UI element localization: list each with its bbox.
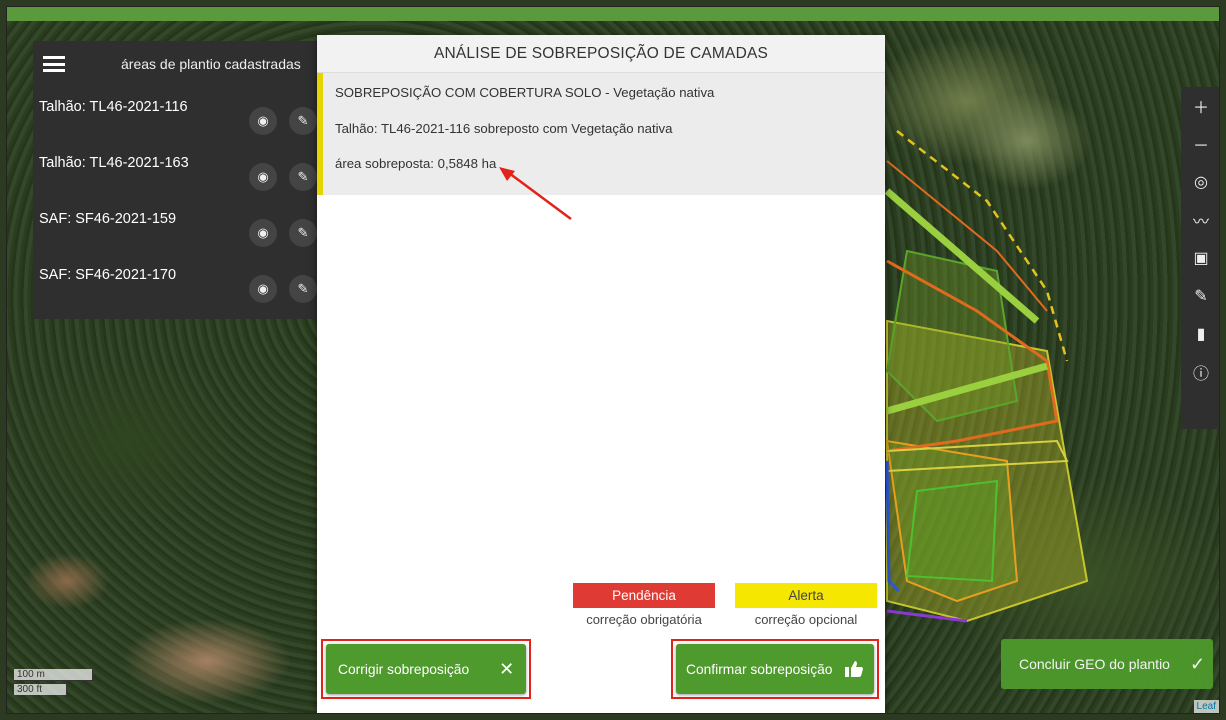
edit-icon[interactable]: ✎ — [1181, 277, 1219, 315]
scale-meters: 100 m — [13, 669, 93, 681]
hamburger-menu-icon[interactable] — [43, 56, 65, 72]
modal-title: ANÁLISE DE SOBREPOSIÇÃO DE CAMADAS — [317, 35, 885, 73]
pendencia-chip: Pendência — [573, 583, 715, 608]
map-scale: 100 m 300 ft — [13, 669, 93, 697]
eye-icon[interactable]: ◉ — [249, 275, 277, 303]
map-toolbar: ＋ － ◎ 〰 ▣ ✎ ▮ ⓘ — [1181, 87, 1219, 429]
legend-alerta: Alerta correção opcional — [735, 583, 877, 627]
alert-detail: Talhão: TL46-2021-116 sobreposto com Veg… — [335, 121, 673, 136]
locate-icon[interactable]: ◎ — [1181, 163, 1219, 201]
pencil-icon[interactable]: ✎ — [289, 219, 317, 247]
panel-title: áreas de plantio cadastradas — [121, 56, 301, 72]
concluir-label: Concluir GEO do plantio — [1019, 656, 1170, 672]
pencil-icon[interactable]: ✎ — [289, 107, 317, 135]
info-icon[interactable]: ⓘ — [1181, 353, 1219, 391]
overlap-area: área sobreposta: 0,5848 ha — [335, 156, 497, 171]
close-icon: ✕ — [499, 658, 515, 679]
app-frame: áreas de plantio cadastradas Talhão: TL4… — [6, 6, 1220, 714]
pencil-icon[interactable]: ✎ — [289, 163, 317, 191]
corrigir-label: Corrigir sobreposição — [338, 661, 470, 677]
area-label: Talhão: TL46-2021-163 — [39, 155, 189, 171]
confirmar-label: Confirmar sobreposição — [686, 661, 833, 677]
minus-icon[interactable]: － — [1181, 125, 1219, 163]
area-list-item: SAF: SF46-2021-159 ◉ ✎ — [33, 199, 319, 255]
area-list-item: Talhão: TL46-2021-163 ◉ ✎ — [33, 143, 319, 199]
confirmar-sobreposicao-button[interactable]: Confirmar sobreposição — [676, 644, 874, 694]
panel-header: áreas de plantio cadastradas — [33, 41, 319, 87]
top-bar — [7, 7, 1219, 21]
attribution-link[interactable]: Leaf — [1193, 700, 1219, 713]
alerta-chip: Alerta — [735, 583, 877, 608]
area-list-item: SAF: SF46-2021-170 ◉ ✎ — [33, 255, 319, 311]
check-icon: ✓ — [1189, 653, 1206, 674]
area-label: Talhão: TL46-2021-116 — [39, 99, 188, 115]
corrigir-sobreposicao-button[interactable]: Corrigir sobreposição ✕ — [326, 644, 526, 694]
overlap-alert-box: SOBREPOSIÇÃO COM COBERTURA SOLO - Vegeta… — [317, 73, 885, 195]
thumbs-up-icon — [845, 661, 864, 677]
eye-icon[interactable]: ◉ — [249, 163, 277, 191]
annotation-arrow — [499, 167, 572, 221]
eye-icon[interactable]: ◉ — [249, 219, 277, 247]
overlap-analysis-modal: ANÁLISE DE SOBREPOSIÇÃO DE CAMADAS SOBRE… — [317, 35, 885, 713]
save-icon[interactable]: ▣ — [1181, 239, 1219, 277]
pendencia-desc: correção obrigatória — [586, 612, 702, 627]
planting-areas-panel: áreas de plantio cadastradas Talhão: TL4… — [33, 41, 319, 319]
alerta-desc: correção opcional — [754, 612, 858, 627]
trash-icon[interactable]: ▮ — [1181, 315, 1219, 353]
scale-feet: 300 ft — [13, 683, 67, 695]
area-label: SAF: SF46-2021-170 — [39, 267, 177, 283]
corrigir-highlight: Corrigir sobreposição ✕ — [321, 639, 531, 699]
alert-heading: SOBREPOSIÇÃO COM COBERTURA SOLO - Vegeta… — [335, 85, 715, 100]
plus-icon[interactable]: ＋ — [1181, 87, 1219, 125]
concluir-geo-button[interactable]: Concluir GEO do plantio ✓ — [1001, 639, 1213, 689]
legend-pendencia: Pendência correção obrigatória — [573, 583, 715, 627]
area-label: SAF: SF46-2021-159 — [39, 211, 177, 227]
pencil-icon[interactable]: ✎ — [289, 275, 317, 303]
polyline-icon[interactable]: 〰 — [1181, 201, 1219, 239]
eye-icon[interactable]: ◉ — [249, 107, 277, 135]
area-list-item: Talhão: TL46-2021-116 ◉ ✎ — [33, 87, 319, 143]
confirmar-highlight: Confirmar sobreposição — [671, 639, 879, 699]
